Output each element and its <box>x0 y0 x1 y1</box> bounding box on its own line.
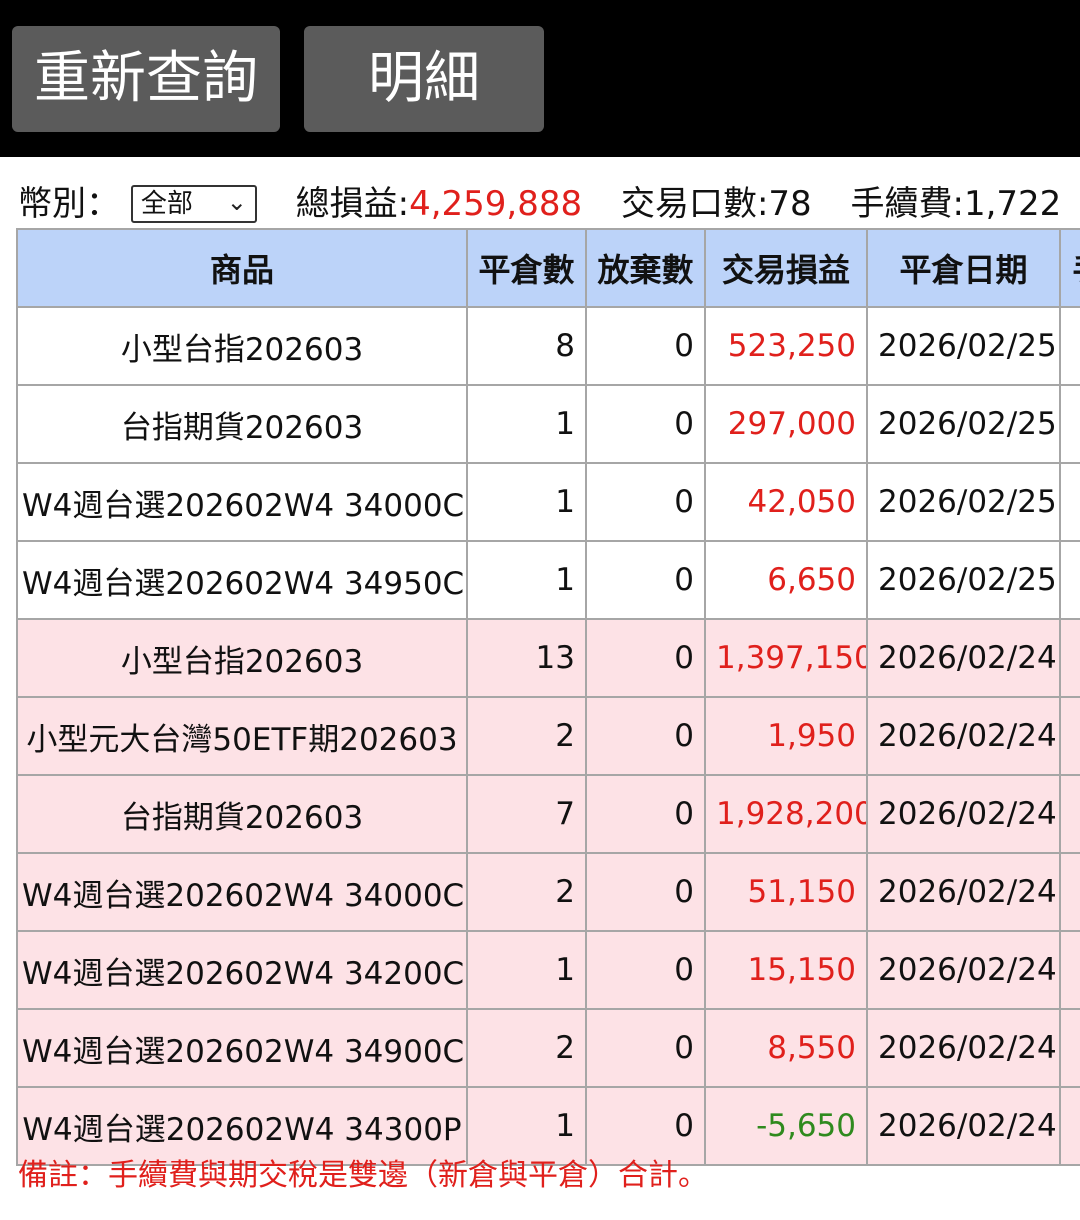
cell-abandon-qty: 0 <box>585 462 706 542</box>
table-row[interactable]: 小型台指202603 13 0 1,397,150 2026/02/24 <box>16 618 1080 698</box>
total-pl-label: 總損益: <box>295 183 410 224</box>
col-header-close-date[interactable]: 平倉日期 <box>866 228 1061 308</box>
table-row[interactable]: W4週台選202602W4 34950C 1 0 6,650 2026/02/25 <box>16 540 1080 620</box>
col-header-product[interactable]: 商品 <box>16 228 468 308</box>
cell-close-qty: 1 <box>466 540 587 620</box>
cell-abandon-qty: 0 <box>585 774 706 854</box>
cell-fee <box>1059 930 1080 1010</box>
cell-product: 小型台指202603 <box>16 306 468 386</box>
total-pl-value: 4,259,888 <box>409 183 583 224</box>
table-row[interactable]: W4週台選202602W4 34000C 2 0 51,150 2026/02/24 <box>16 852 1080 932</box>
cell-product: 台指期貨202603 <box>16 384 468 464</box>
cell-close-date: 2026/02/25 <box>866 384 1061 464</box>
cell-product: 小型元大台灣50ETF期202603 <box>16 696 468 776</box>
table-row[interactable]: W4週台選202602W4 34200C 1 0 15,150 2026/02/24 <box>16 930 1080 1010</box>
cell-abandon-qty: 0 <box>585 1008 706 1088</box>
cell-close-date: 2026/02/25 <box>866 306 1061 386</box>
col-header-abandon-qty[interactable]: 放棄數 <box>585 228 706 308</box>
cell-fee <box>1059 1086 1080 1166</box>
fee-label: 手續費: <box>850 183 964 224</box>
cell-close-date: 2026/02/25 <box>866 540 1061 620</box>
cell-trade-pl: -5,650 <box>704 1086 868 1166</box>
cell-product: W4週台選202602W4 34900C <box>16 1008 468 1088</box>
cell-fee <box>1059 384 1080 464</box>
cell-fee <box>1059 462 1080 542</box>
cell-close-qty: 1 <box>466 462 587 542</box>
cell-close-date: 2026/02/24 <box>866 774 1061 854</box>
col-header-trade-pl[interactable]: 交易損益 <box>704 228 868 308</box>
cell-abandon-qty: 0 <box>585 618 706 698</box>
cell-trade-pl: 6,650 <box>704 540 868 620</box>
cell-close-qty: 2 <box>466 696 587 776</box>
summary-bar: 幣別： 全部 ⌄ 總損益:4,259,888 交易口數:78 手續費:1,722… <box>18 174 1080 230</box>
fee-value: 1,722 <box>963 183 1062 224</box>
cell-abandon-qty: 0 <box>585 540 706 620</box>
cell-product: W4週台選202602W4 34000C <box>16 462 468 542</box>
cell-product: W4週台選202602W4 34200C <box>16 930 468 1010</box>
cell-trade-pl: 42,050 <box>704 462 868 542</box>
col-header-fee[interactable]: 手 <box>1059 228 1080 308</box>
cell-trade-pl: 1,950 <box>704 696 868 776</box>
cell-close-date: 2026/02/24 <box>866 1086 1061 1166</box>
cell-close-qty: 2 <box>466 1008 587 1088</box>
cell-close-qty: 1 <box>466 384 587 464</box>
table-row[interactable]: 台指期貨202603 7 0 1,928,200 2026/02/24 <box>16 774 1080 854</box>
cell-close-date: 2026/02/24 <box>866 852 1061 932</box>
currency-selected-value: 全部 <box>140 189 193 219</box>
cell-fee <box>1059 306 1080 386</box>
cell-close-qty: 7 <box>466 774 587 854</box>
requery-button[interactable]: 重新查詢 <box>12 26 280 132</box>
cell-trade-pl: 8,550 <box>704 1008 868 1088</box>
cell-close-date: 2026/02/25 <box>866 462 1061 542</box>
currency-label: 幣別： <box>18 183 120 224</box>
table-row[interactable]: 小型元大台灣50ETF期202603 2 0 1,950 2026/02/24 <box>16 696 1080 776</box>
cell-abandon-qty: 0 <box>585 696 706 776</box>
cell-abandon-qty: 0 <box>585 384 706 464</box>
table-row[interactable]: 台指期貨202603 1 0 297,000 2026/02/25 <box>16 384 1080 464</box>
cell-fee <box>1059 1008 1080 1088</box>
top-toolbar: 重新查詢 明細 <box>0 0 1080 157</box>
table-row[interactable]: W4週台選202602W4 34900C 2 0 8,550 2026/02/24 <box>16 1008 1080 1088</box>
cell-trade-pl: 15,150 <box>704 930 868 1010</box>
cell-abandon-qty: 0 <box>585 852 706 932</box>
cell-fee <box>1059 540 1080 620</box>
trade-count-value: 78 <box>768 183 812 224</box>
cell-fee <box>1059 774 1080 854</box>
cell-close-qty: 2 <box>466 852 587 932</box>
cell-close-qty: 1 <box>466 930 587 1010</box>
cell-abandon-qty: 0 <box>585 306 706 386</box>
col-header-close-qty[interactable]: 平倉數 <box>466 228 587 308</box>
cell-close-date: 2026/02/24 <box>866 1008 1061 1088</box>
cell-product: 小型台指202603 <box>16 618 468 698</box>
cell-fee <box>1059 696 1080 776</box>
trade-table: 商品 平倉數 放棄數 交易損益 平倉日期 手 小型台指20260380523,2… <box>16 228 1080 1166</box>
cell-product: W4週台選202602W4 34950C <box>16 540 468 620</box>
footnote: 備註：手續費與期交稅是雙邊（新倉與平倉）合計。 <box>18 1158 708 1193</box>
cell-product: 台指期貨202603 <box>16 774 468 854</box>
cell-close-qty: 13 <box>466 618 587 698</box>
cell-trade-pl: 51,150 <box>704 852 868 932</box>
chevron-down-icon: ⌄ <box>226 187 247 216</box>
detail-button[interactable]: 明細 <box>304 26 544 132</box>
cell-fee <box>1059 618 1080 698</box>
cell-close-date: 2026/02/24 <box>866 930 1061 1010</box>
table-row[interactable]: 小型台指202603 8 0 523,250 2026/02/25 <box>16 306 1080 386</box>
cell-product: W4週台選202602W4 34000C <box>16 852 468 932</box>
cell-fee <box>1059 852 1080 932</box>
cell-abandon-qty: 0 <box>585 930 706 1010</box>
table-header-row: 商品 平倉數 放棄數 交易損益 平倉日期 手 <box>16 228 1080 308</box>
cell-close-date: 2026/02/24 <box>866 618 1061 698</box>
cell-close-date: 2026/02/24 <box>866 696 1061 776</box>
currency-select[interactable]: 全部 ⌄ <box>130 184 257 223</box>
cell-trade-pl: 523,250 <box>704 306 868 386</box>
cell-trade-pl: 1,397,150 <box>704 618 868 698</box>
cell-trade-pl: 297,000 <box>704 384 868 464</box>
table-row[interactable]: W4週台選202602W4 34000C 1 0 42,050 2026/02/25 <box>16 462 1080 542</box>
trade-count-label: 交易口數: <box>620 183 769 224</box>
cell-trade-pl: 1,928,200 <box>704 774 868 854</box>
cell-close-qty: 8 <box>466 306 587 386</box>
